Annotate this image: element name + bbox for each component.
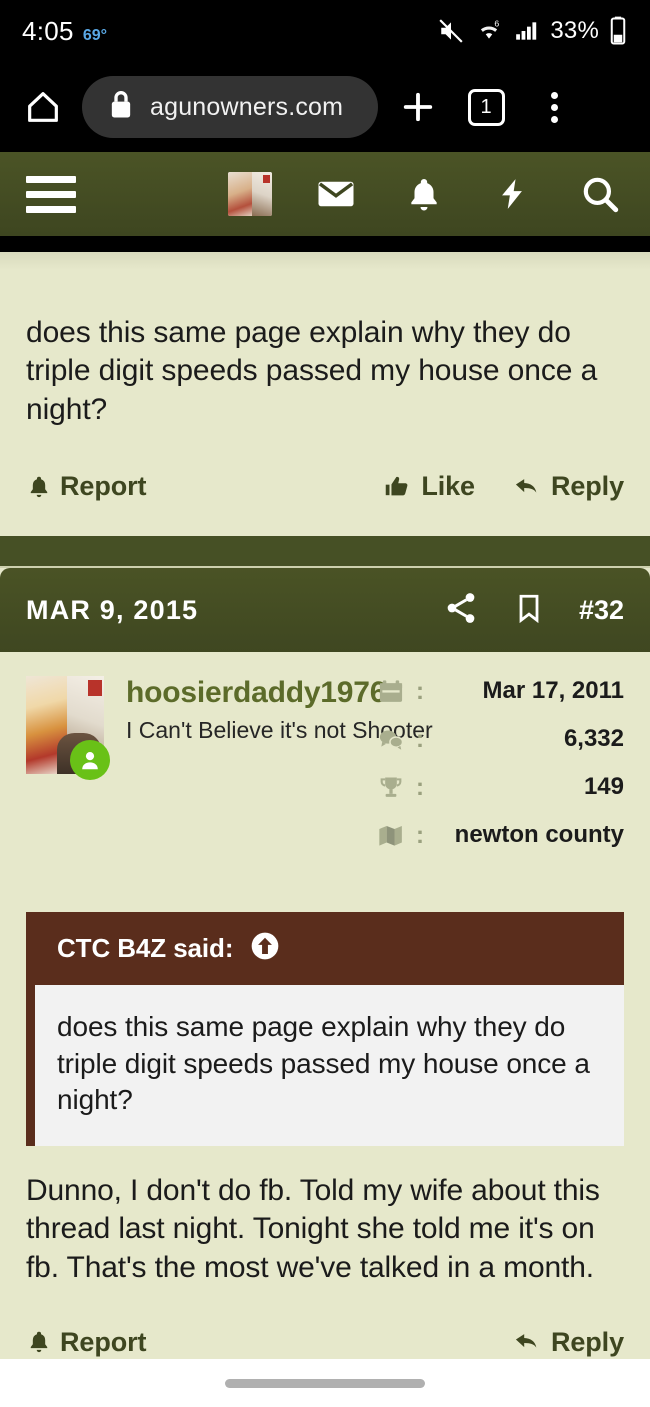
post-number[interactable]: #32 [579, 595, 624, 626]
address-bar[interactable]: agunowners.com [82, 76, 378, 138]
stat-colon: : [416, 822, 424, 850]
bookmark-icon[interactable] [513, 590, 545, 631]
stat-location: : newton county [376, 820, 624, 854]
status-bar-left: 4:05 69° [22, 16, 107, 47]
online-status-icon [70, 740, 110, 781]
reply-button[interactable]: Reply [511, 1327, 624, 1358]
previous-post-text: does this same page explain why they do … [26, 316, 598, 426]
battery-icon [608, 16, 628, 46]
post-actions-right: Reply [511, 1327, 624, 1358]
trophy-icon [376, 772, 406, 802]
post-header-actions: #32 [443, 590, 624, 631]
report-label: Report [60, 471, 147, 502]
map-icon [376, 820, 406, 850]
forum-navbar-actions [228, 170, 624, 218]
stat-points: : 149 [376, 772, 624, 806]
post-user-block: hoosierdaddy1976 I Can't Believe it's no… [0, 652, 650, 868]
alerts-icon[interactable] [400, 170, 448, 218]
post-user-stats: : Mar 17, 2011 : 6,332 : 149: newton co… [376, 676, 624, 868]
navbar-shadow [0, 236, 650, 252]
new-tab-icon[interactable] [390, 79, 446, 135]
wifi-icon: 6 [474, 18, 504, 44]
messages-icon [376, 724, 406, 754]
report-button[interactable]: Report [26, 1326, 147, 1358]
browser-toolbar: agunowners.com 1 [0, 62, 650, 152]
battery-percent: 33% [550, 17, 599, 44]
post-actions: Report Reply [0, 1287, 650, 1358]
stat-messages: : 6,332 [376, 724, 624, 758]
inbox-icon[interactable] [312, 170, 360, 218]
quote-author: CTC B4Z said: [57, 933, 234, 964]
status-bar: 4:05 69° 6 33% [0, 0, 650, 62]
avatar[interactable] [26, 676, 110, 781]
post-separator [0, 536, 650, 567]
reply-label: Reply [550, 1326, 624, 1357]
tab-switcher-icon[interactable]: 1 [458, 79, 514, 135]
post-date: MAR 9, 2015 [26, 594, 199, 625]
clock: 4:05 [22, 15, 74, 46]
whats-new-icon[interactable] [488, 170, 536, 218]
temperature: 69° [82, 26, 108, 44]
post-header: MAR 9, 2015 #32 [0, 568, 650, 653]
user-avatar[interactable] [228, 172, 272, 216]
calendar-icon [376, 676, 406, 706]
report-button[interactable]: Report [26, 471, 147, 502]
like-button[interactable]: Like [383, 471, 475, 502]
stat-joined: : Mar 17, 2011 [376, 676, 624, 710]
stat-location-value: newton county [454, 821, 624, 849]
search-icon[interactable] [576, 170, 624, 218]
post-user-identity: hoosierdaddy1976 I Can't Believe it's no… [104, 676, 433, 868]
stat-joined-value: Mar 17, 2011 [482, 677, 624, 705]
post-card: MAR 9, 2015 #32 hoosierdaddy1976 I Can't… [0, 568, 650, 1359]
reply-button[interactable]: Reply [511, 471, 624, 502]
post-body: Dunno, I don't do fb. Told my wife about… [26, 1174, 600, 1284]
stat-messages-value: 6,332 [563, 725, 624, 753]
tab-count: 1 [467, 88, 505, 126]
post-username[interactable]: hoosierdaddy1976 [126, 676, 386, 709]
previous-post-actions-right: Like Reply [383, 471, 624, 502]
gesture-nav-bar [0, 1359, 650, 1407]
quote-block: CTC B4Z said: does this same page explai… [26, 912, 624, 1147]
post-user-title: I Can't Believe it's not Shooter [126, 717, 433, 744]
jump-to-post-icon[interactable] [249, 930, 281, 967]
hamburger-menu-icon[interactable] [26, 175, 76, 213]
stat-points-value: 149 [583, 773, 624, 801]
share-icon[interactable] [443, 590, 479, 631]
home-icon[interactable] [16, 80, 70, 134]
status-bar-right: 6 33% [437, 16, 628, 46]
overflow-menu-icon[interactable] [526, 79, 582, 135]
phone-screen: 4:05 69° 6 33% agunowners.com 1 does thi… [0, 0, 650, 1407]
previous-post: does this same page explain why they do … [0, 270, 650, 536]
like-label: Like [421, 471, 475, 502]
previous-post-actions: Report Like Reply [26, 471, 624, 536]
quote-header: CTC B4Z said: [35, 912, 624, 986]
gesture-handle[interactable] [225, 1378, 425, 1388]
kebab-dots [550, 91, 558, 123]
stat-colon: : [416, 774, 424, 802]
reply-label: Reply [550, 471, 624, 502]
mute-icon [437, 18, 465, 44]
report-label: Report [60, 1326, 147, 1357]
content-top-fade [0, 252, 650, 270]
stat-colon: : [416, 726, 424, 754]
quote-text: does this same page explain why they do … [35, 985, 624, 1147]
thread-content: does this same page explain why they do … [0, 252, 650, 1359]
forum-navbar [0, 152, 650, 236]
signal-icon [513, 18, 541, 44]
lock-icon [108, 90, 134, 125]
stat-colon: : [416, 678, 424, 706]
svg-text:6: 6 [495, 19, 500, 29]
url-text: agunowners.com [150, 92, 344, 121]
